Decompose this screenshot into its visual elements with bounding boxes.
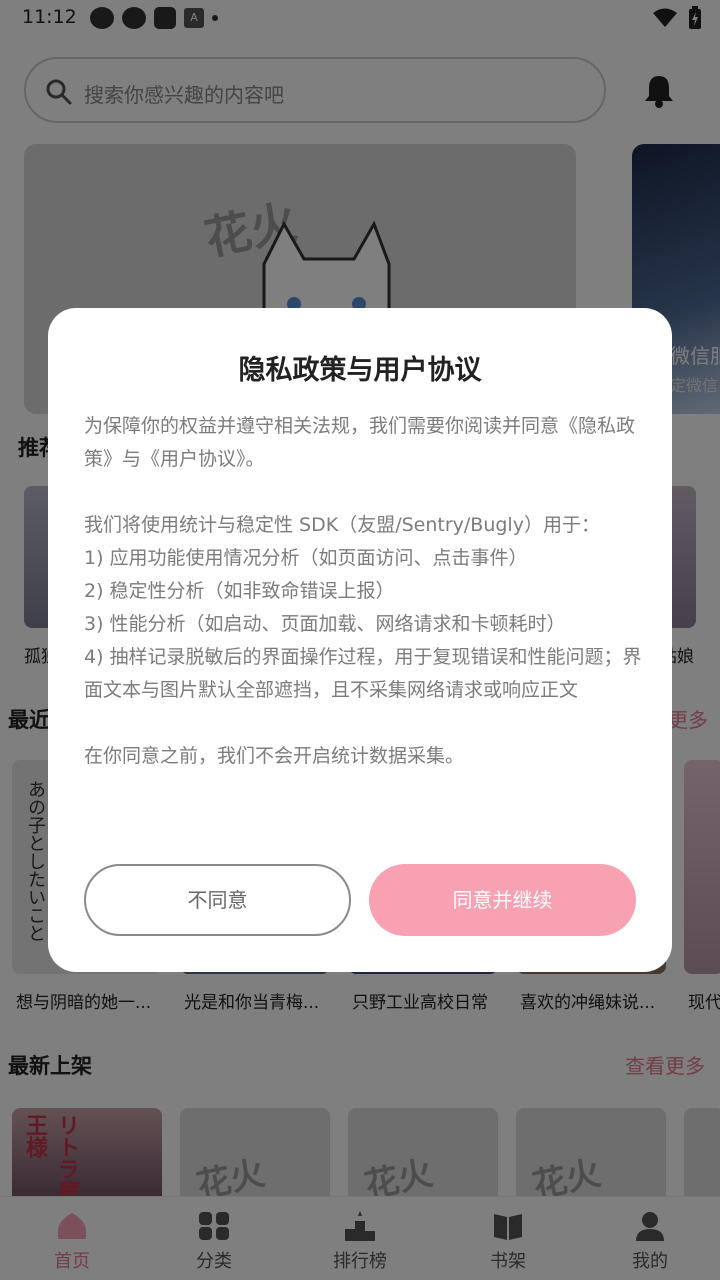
decline-button[interactable]: 不同意	[84, 864, 351, 936]
dialog-paragraph: 在你同意之前，我们不会开启统计数据采集。	[84, 745, 465, 767]
dialog-paragraph: 我们将使用统计与稳定性 SDK（友盟/Sentry/Bugly）用于： 1) 应…	[84, 514, 642, 701]
dialog-title: 隐私政策与用户协议	[238, 355, 482, 386]
privacy-dialog: 隐私政策与用户协议 为保障你的权益并遵守相关法规，我们需要你阅读并同意《隐私政策…	[48, 308, 672, 972]
dialog-paragraph: 为保障你的权益并遵守相关法规，我们需要你阅读并同意《隐私政策》与《用户协议》。	[84, 415, 636, 470]
accept-continue-button[interactable]: 同意并继续	[369, 864, 636, 936]
dialog-body: 为保障你的权益并遵守相关法规，我们需要你阅读并同意《隐私政策》与《用户协议》。 …	[84, 410, 644, 773]
